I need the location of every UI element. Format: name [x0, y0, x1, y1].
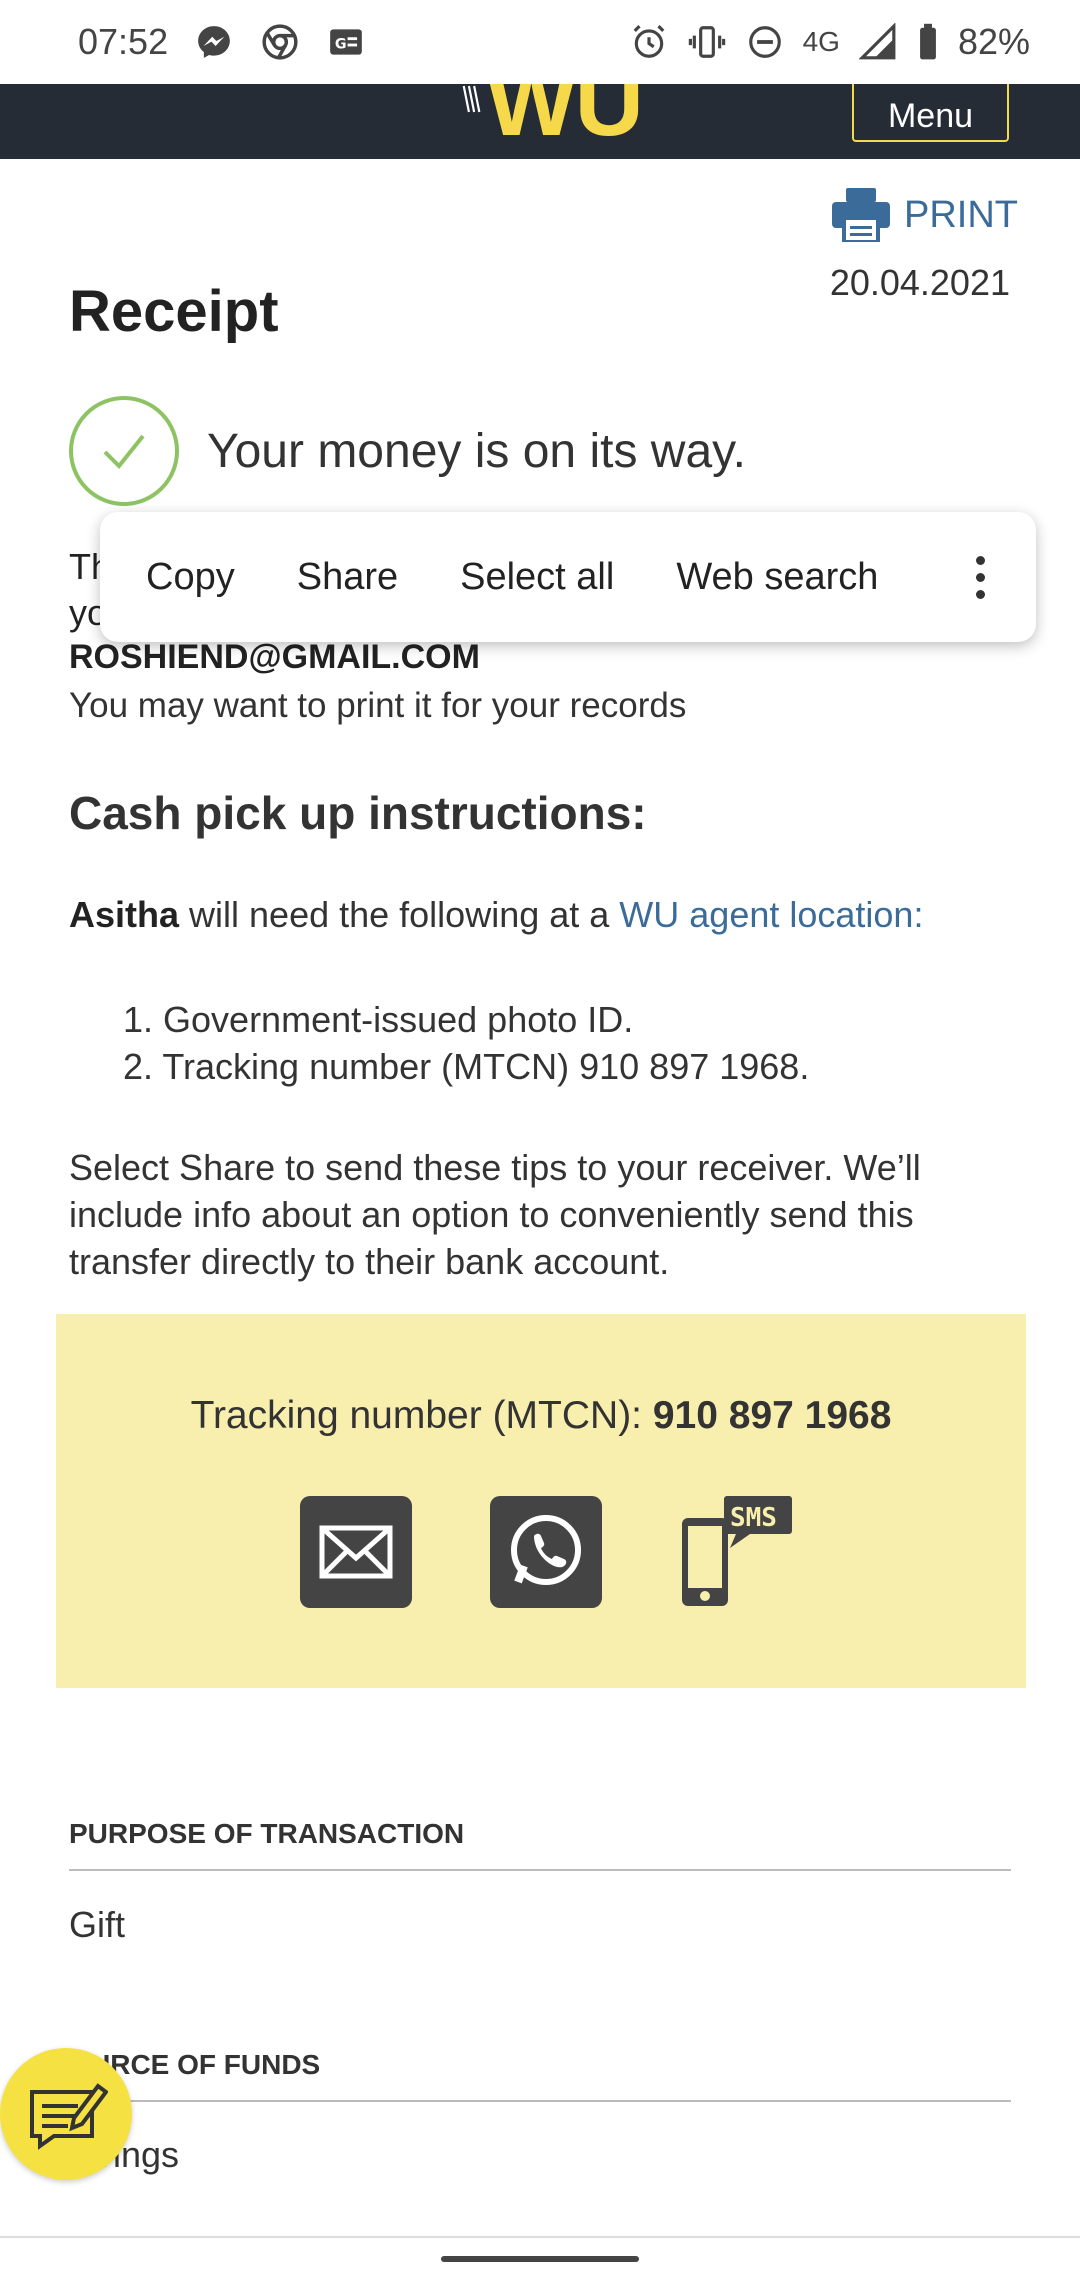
- share-menu-item[interactable]: Share: [297, 556, 398, 599]
- copy-menu-item[interactable]: Copy: [146, 556, 235, 599]
- bottom-divider: [0, 2236, 1080, 2238]
- battery-icon: [916, 22, 940, 62]
- notepad-pen-icon: [30, 2083, 108, 2150]
- source-divider: [69, 2100, 1011, 2102]
- news-icon: G: [326, 22, 366, 62]
- network-type: 4G: [802, 26, 840, 57]
- feedback-button[interactable]: [0, 2048, 132, 2180]
- receiver-name: Asitha: [69, 894, 180, 935]
- clock: 07:52: [78, 21, 169, 62]
- svg-text:G: G: [335, 36, 347, 52]
- success-row: Your money is on its way.: [69, 396, 746, 506]
- page-title: Receipt: [69, 279, 279, 344]
- step-item: 2. Tracking number (MTCN) 910 897 1968.: [123, 1046, 810, 1087]
- sms-icon[interactable]: SMS: [680, 1496, 792, 1608]
- pickup-steps: 1. Government-issued photo ID. 2. Tracki…: [123, 996, 809, 1090]
- success-message: Your money is on its way.: [207, 424, 746, 478]
- home-indicator[interactable]: [441, 2256, 639, 2262]
- status-bar: 07:52 G 4G 82%: [0, 0, 1080, 84]
- purpose-value: Gift: [69, 1904, 126, 1945]
- chrome-icon: [260, 22, 300, 62]
- tracking-label: Tracking number (MTCN):: [190, 1394, 653, 1437]
- messenger-icon: [194, 22, 234, 62]
- step-item: 1. Government-issued photo ID.: [123, 999, 634, 1040]
- site-header: WU Menu: [0, 84, 1080, 159]
- select-all-menu-item[interactable]: Select all: [460, 556, 614, 599]
- purpose-label: PURPOSE OF TRANSACTION: [69, 1818, 465, 1849]
- menu-button[interactable]: Menu: [852, 84, 1009, 142]
- tracking-number: 910 897 1968: [652, 1394, 892, 1437]
- print-link[interactable]: PRINT: [832, 188, 1018, 242]
- print-label: PRINT: [904, 193, 1018, 236]
- dnd-icon: [745, 22, 785, 62]
- receiver-email: ROSHIEND@GMAIL.COM: [69, 638, 480, 676]
- svg-text:SMS: SMS: [730, 1503, 777, 1533]
- vibrate-icon: [687, 22, 727, 62]
- tracking-box: Tracking number (MTCN): 910 897 1968 SMS: [56, 1314, 1026, 1688]
- text-selection-menu: Copy Share Select all Web search: [100, 512, 1036, 642]
- check-circle-icon: [69, 396, 179, 506]
- share-tips: Select Share to send these tips to your …: [69, 1147, 921, 1282]
- email-icon[interactable]: [300, 1496, 412, 1608]
- share-options: SMS: [300, 1496, 792, 1608]
- agent-location-link[interactable]: WU agent location:: [619, 894, 923, 935]
- source-label: URCE OF FUNDS: [90, 2049, 321, 2080]
- printer-icon: [832, 188, 890, 242]
- whatsapp-icon[interactable]: [490, 1496, 602, 1608]
- more-options-icon[interactable]: [970, 555, 990, 599]
- purpose-divider: [69, 1869, 1011, 1871]
- receipt-date: 20.04.2021: [829, 262, 1010, 303]
- instructions-title: Cash pick up instructions:: [69, 787, 647, 839]
- print-note: You may want to print it for your record…: [69, 686, 687, 725]
- wu-logo[interactable]: WU: [486, 84, 644, 158]
- web-search-menu-item[interactable]: Web search: [676, 556, 878, 599]
- instructions-lead-text: will need the following at a: [179, 894, 620, 935]
- instructions-lead: Asitha will need the following at a WU a…: [69, 894, 923, 936]
- alarm-icon: [629, 22, 669, 62]
- signal-icon: [858, 22, 898, 62]
- battery-level: 82%: [957, 21, 1030, 62]
- logo-stripes-icon: [462, 85, 481, 113]
- tracking-line: Tracking number (MTCN): 910 897 1968: [56, 1394, 1026, 1438]
